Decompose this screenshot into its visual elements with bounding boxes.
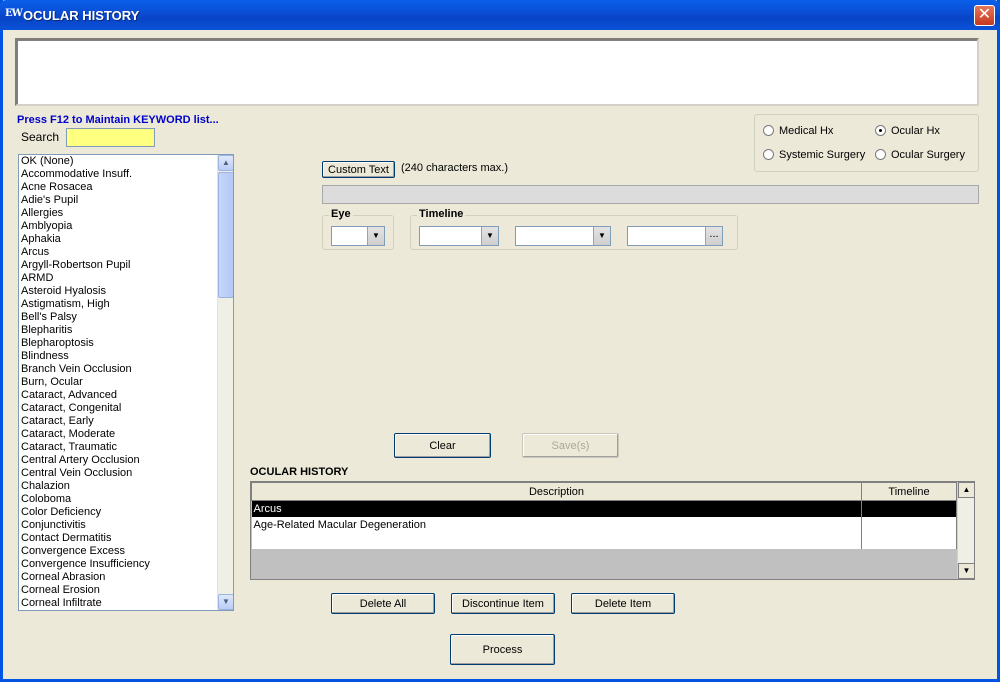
window-title: OCULAR HISTORY	[23, 8, 140, 23]
ocular-history-title: OCULAR HISTORY	[250, 466, 349, 478]
radio-label: Systemic Surgery	[779, 149, 866, 161]
radio-medical-hx[interactable]: Medical Hx	[763, 125, 833, 137]
eye-label: Eye	[329, 208, 353, 220]
keyword-list-item[interactable]: Accommodative Insuff.	[21, 168, 233, 181]
keyword-list-item[interactable]: Astigmatism, High	[21, 298, 233, 311]
timeline-group: Timeline ▼ ▼ ...	[410, 208, 738, 250]
keyword-list-item[interactable]: Conjunctivitis	[21, 519, 233, 532]
table-row[interactable]: Age-Related Macular Degeneration	[251, 516, 957, 533]
keyword-list-item[interactable]: Branch Vein Occlusion	[21, 363, 233, 376]
custom-text-limit-note: (240 characters max.)	[401, 162, 508, 174]
keyword-list-item[interactable]: Corneal Abrasion	[21, 571, 233, 584]
keyword-list-item[interactable]: Corneal Infiltrate	[21, 597, 233, 610]
keyword-list-item[interactable]: Amblyopia	[21, 220, 233, 233]
history-grid-scrollbar[interactable]: ▲ ▼	[957, 482, 975, 579]
radio-icon[interactable]	[763, 125, 774, 136]
keyword-list-item[interactable]: Adie's Pupil	[21, 194, 233, 207]
custom-text-button[interactable]: Custom Text	[322, 161, 395, 178]
keyword-list-item[interactable]: Color Deficiency	[21, 506, 233, 519]
radio-icon[interactable]	[875, 149, 886, 160]
table-row[interactable]: Arcus	[251, 500, 957, 517]
ocular-history-window: EW OCULAR HISTORY ✕ Press F12 to Maintai…	[0, 0, 1000, 682]
row-description: Age-Related Macular Degeneration	[251, 516, 862, 533]
keyword-list-item[interactable]: Asteroid Hyalosis	[21, 285, 233, 298]
table-row-empty[interactable]	[251, 532, 957, 549]
scroll-up-icon[interactable]: ▲	[958, 482, 975, 498]
scroll-up-icon[interactable]: ▲	[218, 155, 233, 171]
keyword-list-item[interactable]: Blindness	[21, 350, 233, 363]
history-type-group: Medical Hx Ocular Hx Systemic Surgery Oc…	[754, 114, 979, 172]
discontinue-item-button[interactable]: Discontinue Item	[451, 593, 555, 614]
keyword-list-items: OK (None) Accommodative Insuff. Acne Rosac…	[19, 155, 233, 610]
keyword-list-item[interactable]: Contact Dermatitis	[21, 532, 233, 545]
clear-button[interactable]: Clear	[394, 433, 491, 458]
timeline-date-field[interactable]: ...	[627, 226, 723, 246]
timeline-select-1[interactable]: ▼	[419, 226, 499, 246]
keyword-list-item[interactable]: Allergies	[21, 207, 233, 220]
keyword-list-item[interactable]: Chalazion	[21, 480, 233, 493]
keyword-list-item[interactable]: Arcus	[21, 246, 233, 259]
keyword-list-item[interactable]: OK (None)	[21, 155, 233, 168]
search-input[interactable]	[66, 128, 155, 147]
row-timeline	[861, 516, 957, 533]
keyword-list-item[interactable]: Central Vein Occlusion	[21, 467, 233, 480]
close-button[interactable]: ✕	[974, 5, 995, 26]
timeline-label: Timeline	[417, 208, 466, 220]
app-logo-icon: EW	[5, 8, 23, 19]
keyword-list-item[interactable]: Burn, Ocular	[21, 376, 233, 389]
column-header-description[interactable]: Description	[251, 482, 862, 501]
radio-systemic-surgery[interactable]: Systemic Surgery	[763, 149, 865, 161]
history-table: Description Timeline Arcus Age-Related M…	[251, 482, 957, 549]
keyword-list-item[interactable]: Corneal Erosion	[21, 584, 233, 597]
scroll-down-icon[interactable]: ▼	[218, 594, 233, 610]
keyword-list-item[interactable]: Cataract, Moderate	[21, 428, 233, 441]
radio-icon[interactable]	[875, 125, 886, 136]
scroll-down-icon[interactable]: ▼	[958, 563, 975, 579]
radio-label: Ocular Hx	[891, 125, 940, 137]
keyword-list-item[interactable]: Bell's Palsy	[21, 311, 233, 324]
chevron-down-icon[interactable]: ▼	[481, 227, 498, 245]
search-label: Search	[21, 130, 60, 144]
chevron-down-icon[interactable]: ▼	[367, 227, 384, 245]
keyword-list-item[interactable]: Cataract, Traumatic	[21, 441, 233, 454]
row-timeline	[861, 500, 957, 517]
keyword-list-item[interactable]: Convergence Excess	[21, 545, 233, 558]
scroll-thumb[interactable]	[218, 172, 233, 298]
custom-text-field[interactable]	[322, 185, 979, 204]
delete-item-button[interactable]: Delete Item	[571, 593, 675, 614]
delete-all-button[interactable]: Delete All	[331, 593, 435, 614]
radio-label: Medical Hx	[779, 125, 834, 137]
keyword-list-item[interactable]: Argyll-Robertson Pupil	[21, 259, 233, 272]
keyword-list-item[interactable]: Blepharoptosis	[21, 337, 233, 350]
timeline-select-2[interactable]: ▼	[515, 226, 611, 246]
eye-select[interactable]: ▼	[331, 226, 385, 246]
keyword-list-item[interactable]: Central Artery Occlusion	[21, 454, 233, 467]
chevron-down-icon[interactable]: ▼	[593, 227, 610, 245]
radio-icon[interactable]	[763, 149, 774, 160]
process-button[interactable]: Process	[450, 634, 555, 665]
ocular-history-grid[interactable]: Description Timeline Arcus Age-Related M…	[250, 481, 975, 580]
keyword-list-scrollbar[interactable]: ▲ ▼	[217, 155, 233, 610]
keyword-list[interactable]: OK (None) Accommodative Insuff. Acne Rosac…	[18, 154, 234, 611]
radio-label: Ocular Surgery	[891, 149, 965, 161]
row-description: Arcus	[251, 500, 862, 517]
keyword-list-item[interactable]: Coloboma	[21, 493, 233, 506]
keyword-list-item[interactable]: Cataract, Congenital	[21, 402, 233, 415]
summary-textbox[interactable]	[15, 38, 979, 106]
save-button[interactable]: Save(s)	[522, 433, 619, 458]
eye-group: Eye ▼	[322, 208, 394, 250]
keyword-maintenance-hint: Press F12 to Maintain KEYWORD list...	[17, 114, 219, 126]
column-header-timeline[interactable]: Timeline	[861, 482, 957, 501]
keyword-list-item[interactable]: Aphakia	[21, 233, 233, 246]
radio-ocular-hx[interactable]: Ocular Hx	[875, 125, 940, 137]
radio-ocular-surgery[interactable]: Ocular Surgery	[875, 149, 965, 161]
ellipsis-icon[interactable]: ...	[705, 227, 722, 245]
keyword-list-item[interactable]: ARMD	[21, 272, 233, 285]
title-bar[interactable]: EW OCULAR HISTORY ✕	[0, 0, 1000, 30]
keyword-list-item[interactable]: Convergence Insufficiency	[21, 558, 233, 571]
keyword-list-item[interactable]: Blepharitis	[21, 324, 233, 337]
keyword-list-item[interactable]: Acne Rosacea	[21, 181, 233, 194]
keyword-list-item[interactable]: Cataract, Early	[21, 415, 233, 428]
keyword-list-item[interactable]: Cataract, Advanced	[21, 389, 233, 402]
